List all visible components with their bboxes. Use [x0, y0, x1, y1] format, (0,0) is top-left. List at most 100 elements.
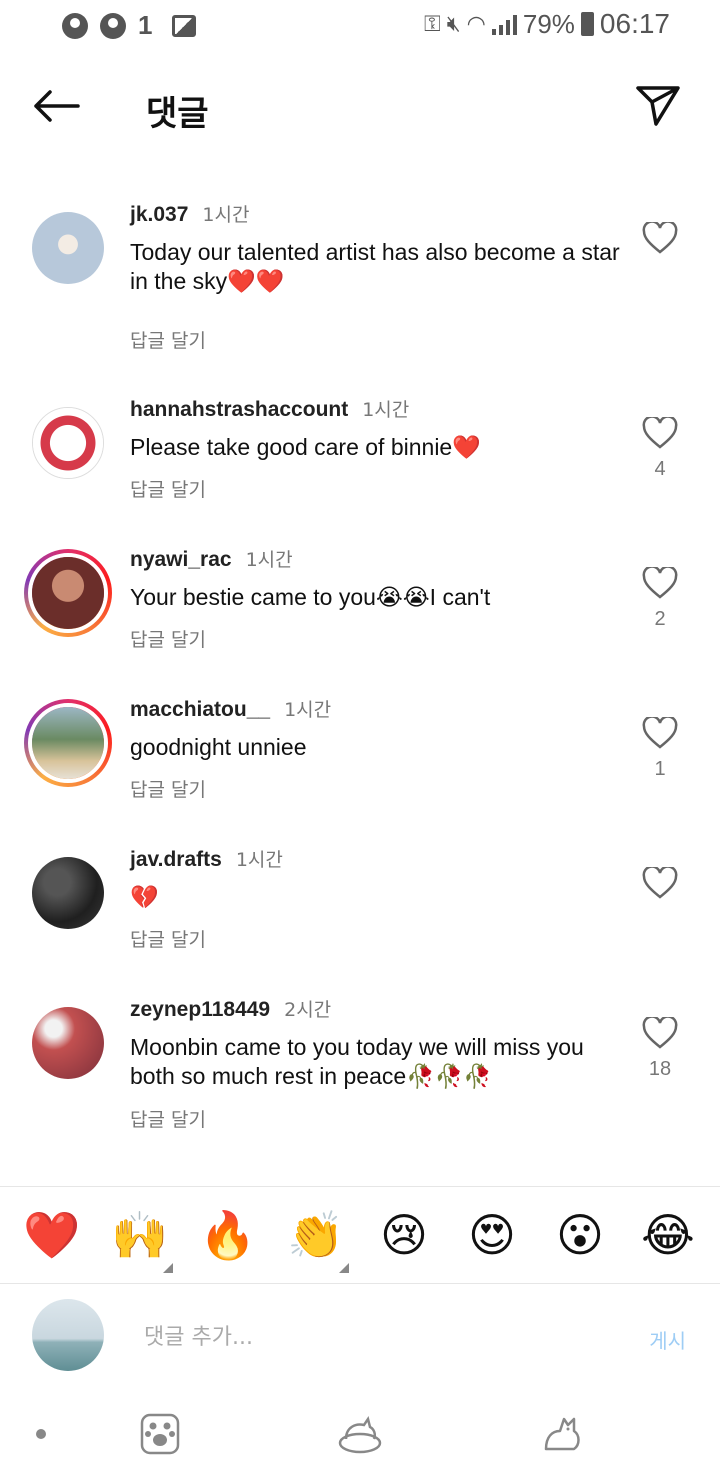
mute-icon: 🔇︎	[446, 11, 461, 36]
emoji-raised-hands-glyph: 🙌	[111, 1207, 169, 1262]
comment-time: 1시간	[202, 204, 250, 226]
skin-tone-indicator-icon	[163, 1262, 173, 1273]
comment-username[interactable]: nyawi_rac	[130, 548, 232, 572]
comment-item: nyawi_rac 1시간 Your bestie came to you😭😭I…	[0, 535, 720, 685]
like-button[interactable]	[640, 865, 680, 904]
comment-text: Moonbin came to you today we will miss y…	[130, 1034, 584, 1089]
heart-icon	[642, 220, 678, 254]
cat-bed-icon[interactable]	[336, 1409, 384, 1457]
reply-button[interactable]: 답글 달기	[130, 775, 206, 802]
account-icon	[100, 12, 126, 39]
cat-icon[interactable]	[538, 1409, 586, 1457]
bottom-nav	[0, 1385, 720, 1480]
avatar[interactable]	[32, 212, 104, 284]
like-button[interactable]: 4	[640, 415, 680, 481]
skin-tone-indicator-icon	[339, 1262, 349, 1273]
comment-time: 1시간	[245, 549, 293, 571]
status-system: ⚿ 🔇︎ ◠ 79% 06:17	[424, 8, 670, 40]
wifi-icon: ◠	[466, 11, 486, 36]
like-count: 4	[654, 458, 666, 480]
comment-text: 💔	[130, 884, 159, 910]
battery-percent: 79%	[522, 8, 575, 39]
comment-text: Today our talented artist has also becom…	[130, 239, 620, 294]
emoji-reaction-bar: ❤️ 🙌 🔥 👏 😢 😍 😮 😂	[0, 1186, 720, 1284]
reply-button[interactable]: 답글 달기	[130, 1105, 206, 1132]
back-button[interactable]	[30, 86, 82, 126]
comment-time: 1시간	[284, 699, 332, 721]
like-count: 18	[648, 1058, 672, 1080]
clock: 06:17	[599, 8, 670, 39]
comment-meta: jav.drafts 1시간	[130, 845, 283, 872]
paw-icon[interactable]	[136, 1409, 184, 1457]
comment-input[interactable]	[144, 1317, 584, 1357]
back-arrow-icon	[34, 90, 80, 122]
battery-icon	[580, 12, 594, 36]
emoji-cry-button[interactable]: 😢	[369, 1208, 439, 1262]
comment-username[interactable]: hannahstrashaccount	[130, 398, 348, 422]
emoji-heart-button[interactable]: ❤️	[17, 1208, 87, 1263]
header: 댓글	[0, 70, 720, 140]
heart-icon	[642, 415, 678, 449]
key-icon: ⚿	[424, 11, 441, 36]
comment-time: 1시간	[235, 849, 283, 871]
comment-item: hannahstrashaccount 1시간 Please take good…	[0, 385, 720, 535]
emoji-clap-glyph: 👏	[287, 1207, 345, 1262]
like-button[interactable]: 18	[640, 1015, 680, 1081]
heart-icon	[642, 565, 678, 599]
post-button[interactable]: 게시	[649, 1325, 686, 1354]
heart-icon	[642, 715, 678, 749]
comment-meta: hannahstrashaccount 1시간	[130, 395, 409, 422]
reply-button[interactable]: 답글 달기	[130, 326, 206, 353]
comment-meta: jk.037 1시간	[130, 200, 249, 227]
comment-meta: zeynep118449 2시간	[130, 995, 331, 1022]
avatar[interactable]	[32, 407, 104, 479]
reply-button[interactable]: 답글 달기	[130, 925, 206, 952]
status-notifications: 1	[62, 10, 196, 41]
send-icon	[636, 86, 680, 126]
emoji-laugh-button[interactable]: 😂	[633, 1208, 703, 1262]
signal-icon	[491, 13, 517, 35]
like-button[interactable]	[640, 220, 680, 259]
like-count: 2	[654, 608, 666, 630]
avatar[interactable]	[32, 1007, 104, 1079]
comment-username[interactable]: macchiatou__	[130, 698, 270, 722]
avatar[interactable]	[32, 857, 104, 929]
like-button[interactable]: 1	[640, 715, 680, 781]
comment-time: 2시간	[284, 999, 332, 1021]
heart-icon	[642, 1015, 678, 1049]
comment-username[interactable]: jk.037	[130, 203, 188, 227]
avatar-story-ring[interactable]	[24, 549, 112, 637]
comment-item: zeynep118449 2시간 Moonbin came to you tod…	[0, 985, 720, 1165]
reply-button[interactable]: 답글 달기	[130, 625, 206, 652]
comment-text: goodnight unniee	[130, 734, 307, 760]
share-button[interactable]	[634, 82, 682, 130]
emoji-fire-button[interactable]: 🔥	[193, 1208, 263, 1263]
emoji-clap-button[interactable]: 👏	[281, 1207, 351, 1273]
comment-item: macchiatou__ 1시간 goodnight unniee 답글 달기 …	[0, 685, 720, 835]
comment-item: jav.drafts 1시간 💔 답글 달기	[0, 835, 720, 985]
emoji-surprised-button[interactable]: 😮	[545, 1208, 615, 1262]
comment-meta: nyawi_rac 1시간	[130, 545, 293, 572]
account-icon	[62, 12, 88, 39]
comment-text: Please take good care of binnie❤️	[130, 434, 481, 460]
status-bar: 1 ⚿ 🔇︎ ◠ 79% 06:17	[0, 0, 720, 50]
my-avatar	[32, 1299, 104, 1371]
comment-username[interactable]: zeynep118449	[130, 998, 270, 1022]
heart-icon	[642, 865, 678, 899]
emoji-heart-eyes-button[interactable]: 😍	[457, 1208, 527, 1262]
comment-meta: macchiatou__ 1시간	[130, 695, 331, 722]
comment-item: jk.037 1시간 Today our talented artist has…	[0, 190, 720, 385]
comment-time: 1시간	[362, 399, 410, 421]
avatar-story-ring[interactable]	[24, 699, 112, 787]
comment-text: Your bestie came to you😭😭I can't	[130, 584, 491, 610]
reply-button[interactable]: 답글 달기	[130, 475, 206, 502]
image-icon	[172, 14, 196, 37]
nav-dot	[36, 1429, 46, 1439]
like-button[interactable]: 2	[640, 565, 680, 631]
comment-username[interactable]: jav.drafts	[130, 848, 222, 872]
like-count: 1	[654, 758, 666, 780]
notification-count: 1	[138, 10, 153, 40]
page-title: 댓글	[146, 94, 209, 134]
emoji-raised-hands-button[interactable]: 🙌	[105, 1207, 175, 1273]
comment-list[interactable]: jk.037 1시간 Today our talented artist has…	[0, 190, 720, 1180]
